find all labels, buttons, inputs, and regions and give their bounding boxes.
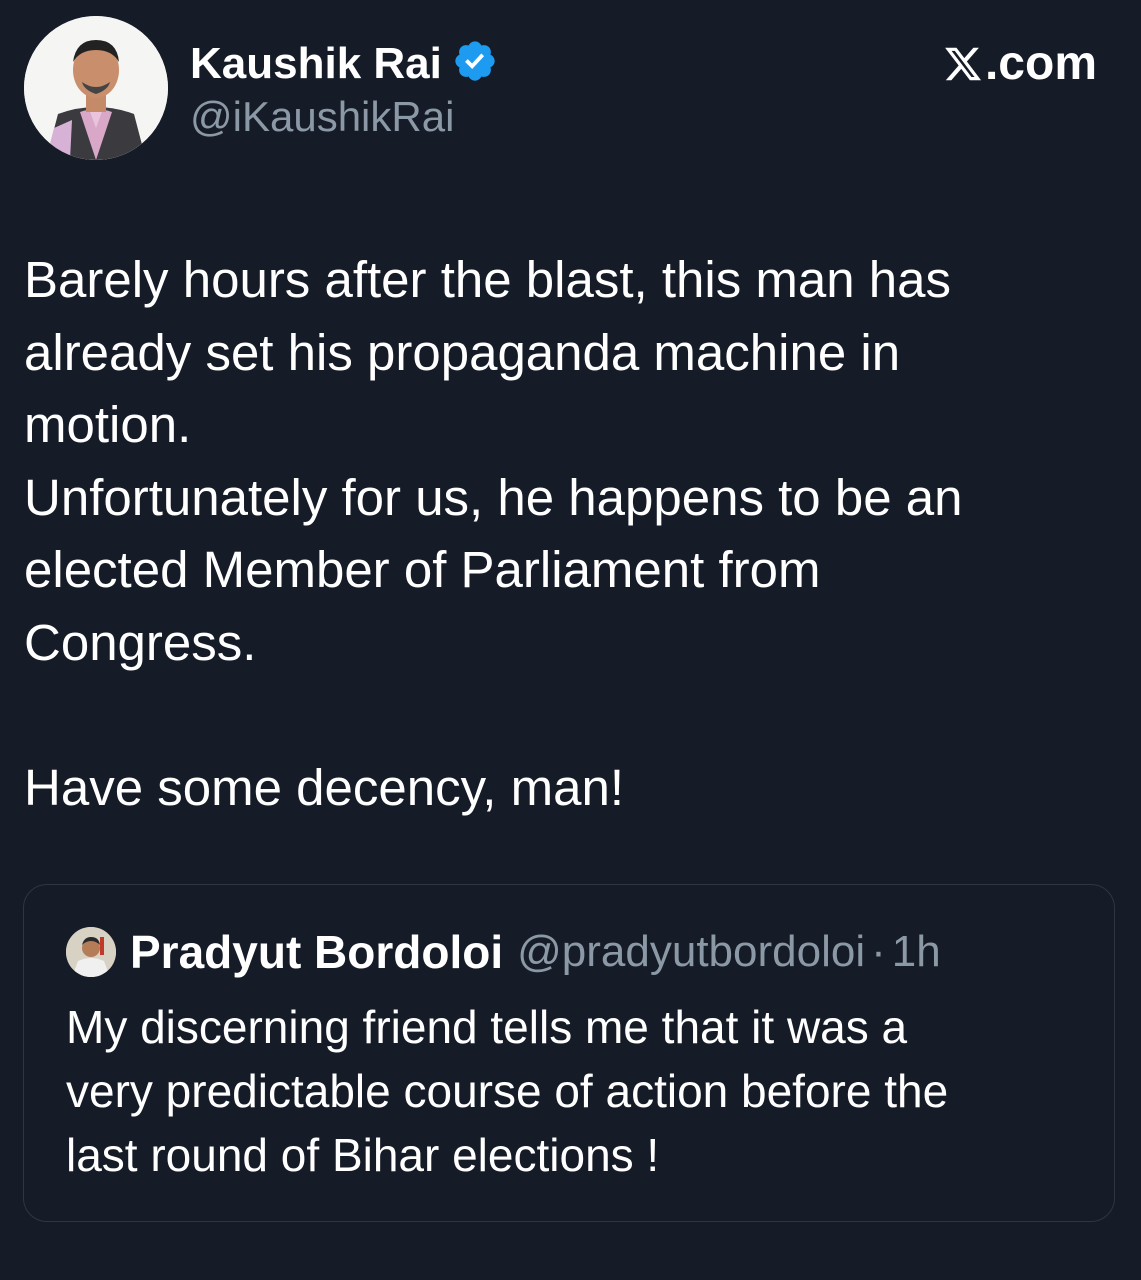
author-avatar-image bbox=[24, 16, 168, 160]
brand-text: .com bbox=[984, 37, 1097, 90]
quoted-author-handle[interactable]: @pradyutbordoloi bbox=[517, 927, 865, 977]
quoted-author-name[interactable]: Pradyut Bordoloi bbox=[130, 925, 503, 979]
brand-watermark: .com bbox=[943, 40, 1097, 88]
author-name-row: Kaushik Rai bbox=[190, 38, 498, 89]
quoted-tweet-line: My discerning friend tells me that it wa… bbox=[66, 1001, 908, 1053]
verified-badge-icon bbox=[452, 38, 498, 89]
separator-dot: · bbox=[871, 927, 886, 976]
tweet-line: Unfortunately for us, he happens to be a… bbox=[24, 468, 963, 526]
tweet-line: Barely hours after the blast, this man h… bbox=[24, 251, 951, 308]
quoted-tweet-line: last round of Bihar elections ! bbox=[66, 1129, 660, 1181]
tweet-line: Congress. bbox=[24, 613, 257, 671]
quoted-tweet-text: My discerning friend tells me that it wa… bbox=[66, 995, 1066, 1187]
tweet-header: Kaushik Rai @iKaushikRai .com bbox=[24, 16, 1117, 162]
tweet-line: elected Member of Parliament from bbox=[24, 541, 821, 598]
author-handle[interactable]: @iKaushikRai bbox=[190, 96, 454, 138]
tweet-line: motion. bbox=[24, 396, 192, 453]
tweet-text: Barely hours after the blast, this man h… bbox=[24, 244, 1114, 824]
author-avatar[interactable] bbox=[24, 16, 168, 160]
quoted-tweet[interactable]: Pradyut Bordoloi @pradyutbordoloi · 1h M… bbox=[23, 884, 1115, 1222]
quoted-tweet-time[interactable]: 1h bbox=[892, 927, 941, 977]
tweet-line: already set his propaganda machine in bbox=[24, 323, 901, 381]
quoted-author-avatar-image bbox=[66, 927, 116, 977]
quoted-author-avatar[interactable] bbox=[66, 927, 116, 977]
quoted-tweet-header: Pradyut Bordoloi @pradyutbordoloi · 1h bbox=[66, 925, 941, 979]
quoted-tweet-line: very predictable course of action before… bbox=[66, 1065, 949, 1117]
x-logo-icon bbox=[945, 47, 982, 81]
tweet-line: Have some decency, man! bbox=[24, 758, 624, 816]
author-name[interactable]: Kaushik Rai bbox=[190, 41, 442, 86]
